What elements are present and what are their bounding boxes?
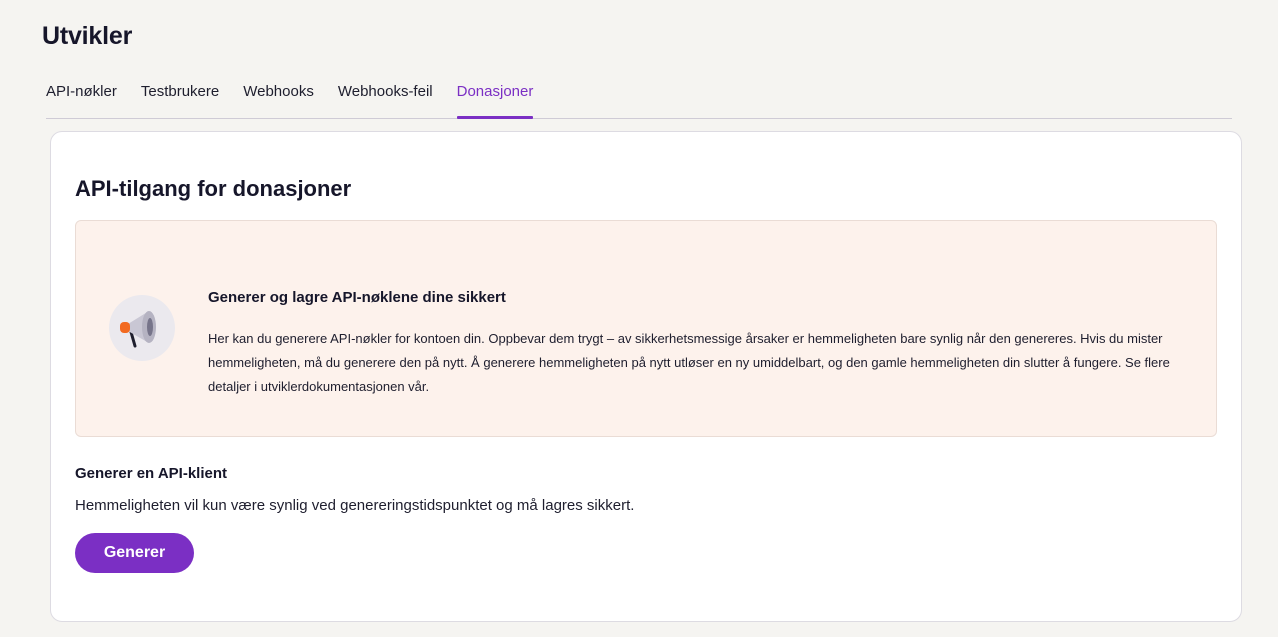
tab-webhooks[interactable]: Webhooks bbox=[243, 78, 314, 118]
megaphone-graphic bbox=[120, 311, 156, 348]
tab-webhooks-feil[interactable]: Webhooks-feil bbox=[338, 78, 433, 118]
donations-api-card: API-tilgang for donasjoner Generer og la… bbox=[50, 131, 1242, 622]
tab-api-nokler[interactable]: API-nøkler bbox=[46, 78, 117, 118]
tab-bar: API-nøkler Testbrukere Webhooks Webhooks… bbox=[46, 78, 1232, 119]
page-title: Utvikler bbox=[42, 22, 133, 50]
megaphone-icon bbox=[109, 295, 175, 361]
generate-button[interactable]: Generer bbox=[75, 533, 194, 573]
tab-testbrukere[interactable]: Testbrukere bbox=[141, 78, 219, 118]
callout-body: Her kan du generere API-nøkler for konto… bbox=[208, 331, 1170, 394]
info-callout: Generer og lagre API-nøklene dine sikker… bbox=[75, 220, 1217, 437]
card-title: API-tilgang for donasjoner bbox=[75, 176, 352, 201]
generate-client-heading: Generer en API-klient bbox=[75, 465, 227, 482]
tab-donasjoner[interactable]: Donasjoner bbox=[456, 78, 533, 119]
callout-heading: Generer og lagre API-nøklene dine sikker… bbox=[208, 289, 506, 306]
generate-client-description: Hemmeligheten vil kun være synlig ved ge… bbox=[75, 497, 635, 514]
